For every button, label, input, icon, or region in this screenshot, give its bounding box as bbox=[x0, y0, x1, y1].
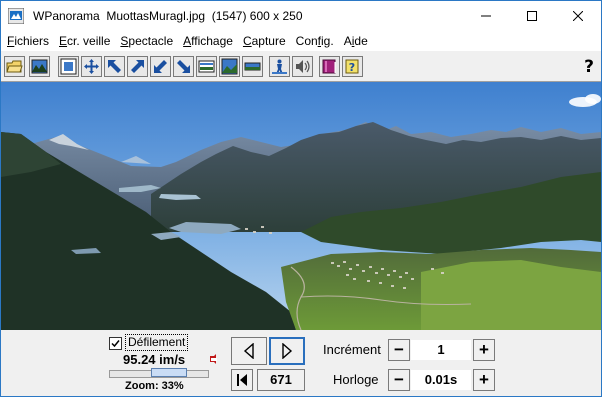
increment-minus-button[interactable]: − bbox=[388, 339, 410, 361]
control-panel: Défilement 95.24 im/s Zoom: 33% 671 Incr… bbox=[1, 331, 601, 396]
fit-window-icon bbox=[60, 58, 77, 75]
open-file-button[interactable] bbox=[4, 56, 25, 77]
menu-config[interactable]: Config. bbox=[291, 31, 339, 51]
sound-toggle-icon[interactable] bbox=[208, 353, 220, 365]
arrow-upright-icon bbox=[131, 60, 144, 73]
maximize-icon bbox=[527, 11, 537, 21]
whats-this-button[interactable]: ? bbox=[579, 57, 599, 77]
sound-button[interactable] bbox=[292, 56, 313, 77]
next-button[interactable] bbox=[269, 337, 305, 365]
increment-value[interactable]: 1 bbox=[411, 340, 471, 360]
move-arrows-icon bbox=[84, 59, 99, 74]
landscape-icon bbox=[31, 59, 48, 74]
frame-number: 671 bbox=[257, 369, 305, 391]
minimize-icon bbox=[481, 15, 491, 17]
menu-affichage[interactable]: Affichage bbox=[178, 31, 238, 51]
app-icon bbox=[8, 8, 24, 24]
direction-upright-button[interactable] bbox=[127, 56, 148, 77]
direction-downleft-button[interactable] bbox=[150, 56, 171, 77]
direction-upleft-button[interactable] bbox=[104, 56, 125, 77]
panorama-view-button[interactable] bbox=[196, 56, 217, 77]
speaker-icon bbox=[296, 60, 310, 73]
menu-bar: Fichiers Ecr. veille Spectacle Affichage… bbox=[1, 31, 601, 51]
image-button[interactable] bbox=[29, 56, 50, 77]
strip-view-button[interactable] bbox=[242, 56, 263, 77]
scroll-checkbox[interactable] bbox=[109, 337, 122, 350]
help-book-icon: ? bbox=[345, 59, 359, 74]
help-topics-button[interactable]: ? bbox=[342, 56, 363, 77]
panorama-viewport[interactable] bbox=[1, 82, 601, 330]
tour-button[interactable] bbox=[269, 56, 290, 77]
first-frame-button[interactable] bbox=[231, 369, 253, 391]
menu-aide[interactable]: Aide bbox=[339, 31, 373, 51]
close-button[interactable] bbox=[555, 1, 601, 31]
checkmark-icon bbox=[111, 340, 120, 348]
direction-downright-button[interactable] bbox=[173, 56, 194, 77]
arrow-downleft-icon bbox=[154, 60, 167, 73]
help-question-icon: ? bbox=[584, 57, 594, 77]
arrow-downright-icon bbox=[177, 60, 190, 73]
close-icon bbox=[573, 11, 583, 21]
triangle-right-icon bbox=[282, 343, 293, 359]
app-name: WPanorama bbox=[33, 9, 100, 23]
scroll-label[interactable]: Défilement bbox=[125, 334, 189, 351]
skip-to-start-icon bbox=[237, 374, 247, 386]
clock-minus-button[interactable]: − bbox=[388, 369, 410, 391]
strip-icon bbox=[244, 62, 261, 71]
fit-window-button[interactable] bbox=[58, 56, 79, 77]
file-name: MuottasMuragl.jpg bbox=[106, 9, 206, 23]
open-folder-icon bbox=[6, 60, 23, 73]
arrow-upleft-icon bbox=[108, 60, 121, 73]
move-button[interactable] bbox=[81, 56, 102, 77]
book-icon bbox=[322, 59, 336, 74]
scroll-mode-icon bbox=[221, 58, 238, 75]
figure-icon bbox=[272, 59, 287, 74]
title-bar: WPanorama MuottasMuragl.jpg (1547) 600 x… bbox=[1, 1, 601, 31]
clock-plus-button[interactable]: + bbox=[473, 369, 495, 391]
panorama-image bbox=[1, 82, 601, 330]
minimize-button[interactable] bbox=[463, 1, 509, 31]
menu-ecr-veille[interactable]: Ecr. veille bbox=[54, 31, 115, 51]
zoom-readout: Zoom: 33% bbox=[125, 380, 184, 392]
increment-label: Incrément bbox=[323, 342, 381, 357]
menu-spectacle[interactable]: Spectacle bbox=[115, 31, 178, 51]
window-title: WPanorama MuottasMuragl.jpg (1547) 600 x… bbox=[33, 9, 303, 23]
toolbar: ? ? bbox=[1, 53, 601, 82]
app-window: WPanorama MuottasMuragl.jpg (1547) 600 x… bbox=[0, 0, 602, 397]
scroll-mode-button[interactable] bbox=[219, 56, 240, 77]
triangle-left-icon bbox=[243, 343, 254, 359]
speed-readout: 95.24 im/s bbox=[123, 352, 186, 367]
zoom-slider-thumb[interactable] bbox=[151, 368, 187, 377]
image-info: (1547) 600 x 250 bbox=[211, 9, 303, 23]
menu-fichiers[interactable]: Fichiers bbox=[1, 31, 54, 51]
menu-capture[interactable]: Capture bbox=[238, 31, 291, 51]
maximize-button[interactable] bbox=[509, 1, 555, 31]
previous-button[interactable] bbox=[231, 337, 267, 365]
clock-value[interactable]: 0.01s bbox=[411, 370, 471, 390]
panorama-icon bbox=[198, 60, 215, 73]
catalog-button[interactable] bbox=[319, 56, 340, 77]
svg-text:?: ? bbox=[349, 61, 355, 74]
increment-plus-button[interactable]: + bbox=[473, 339, 495, 361]
clock-label: Horloge bbox=[333, 372, 379, 387]
